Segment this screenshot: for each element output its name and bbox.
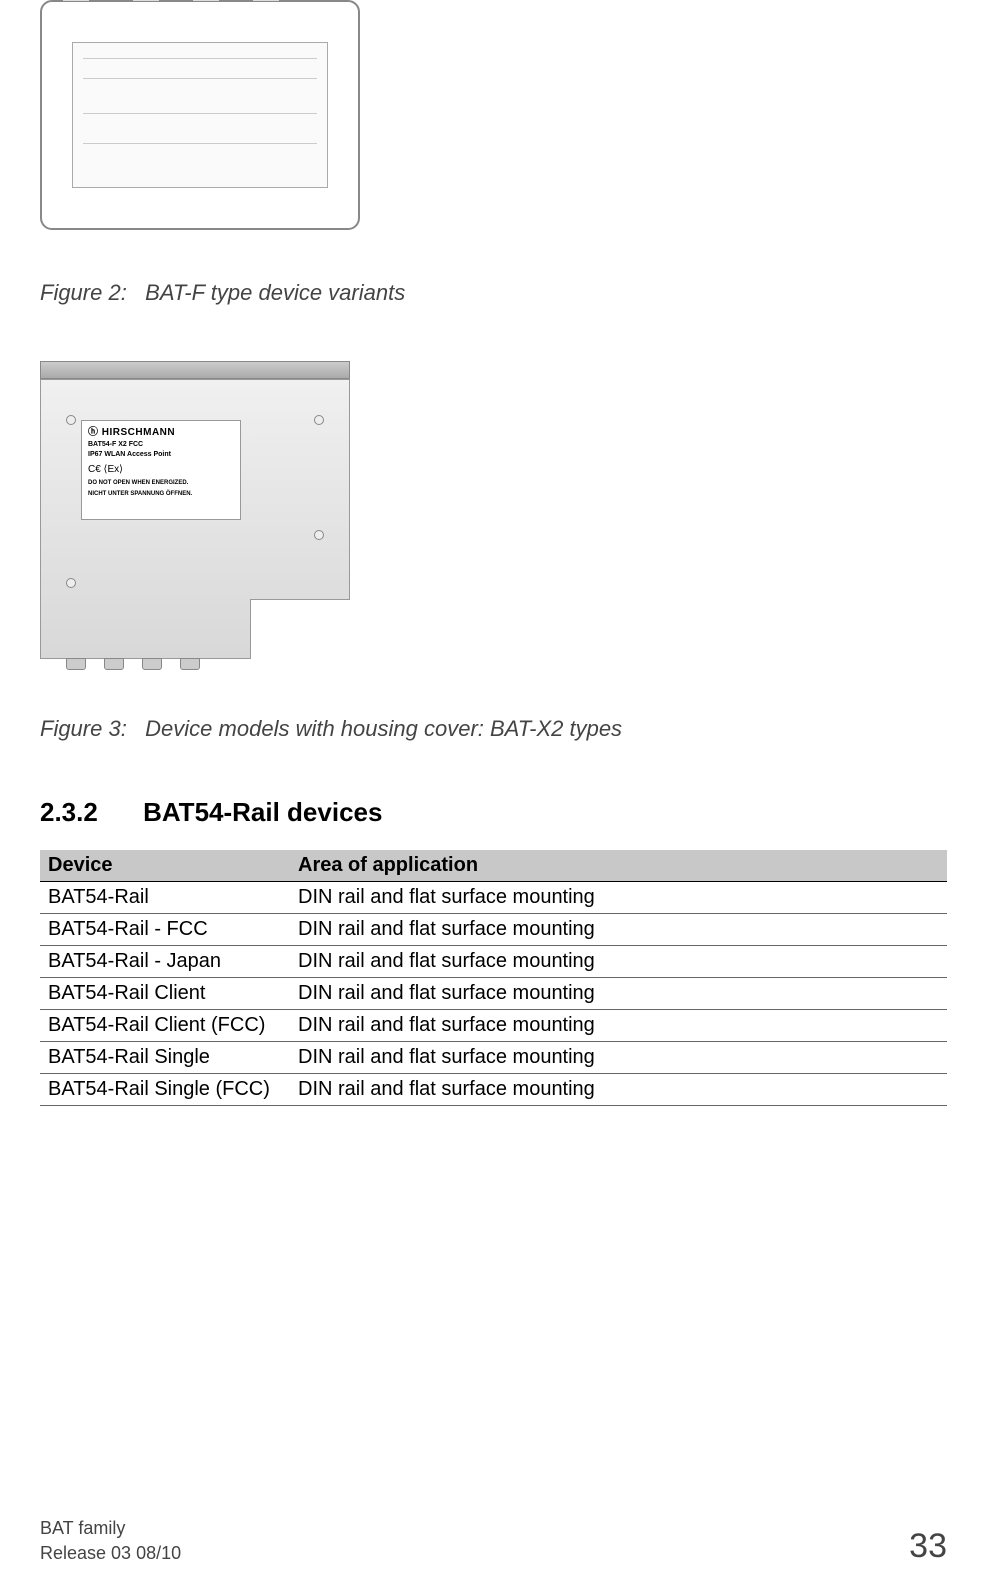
footer-line2: Release 03 08/10 [40, 1541, 181, 1566]
page-footer: BAT family Release 03 08/10 33 [40, 1516, 947, 1566]
cell-device: BAT54-Rail Client (FCC) [40, 1010, 290, 1042]
section-title: BAT54-Rail devices [143, 797, 382, 827]
section-heading: 2.3.2 BAT54-Rail devices [40, 797, 947, 828]
cell-device: BAT54-Rail Single (FCC) [40, 1074, 290, 1106]
table-header-area: Area of application [290, 850, 947, 882]
figure-2-caption: Figure 2: BAT-F type device variants [40, 280, 947, 306]
figure-2-prefix: Figure 2: [40, 280, 127, 305]
figure-3-caption: Figure 3: Device models with housing cov… [40, 716, 947, 742]
figure-2-image [40, 0, 947, 260]
footer-left: BAT family Release 03 08/10 [40, 1516, 181, 1566]
cell-device: BAT54-Rail - Japan [40, 946, 290, 978]
figure-2-text: BAT-F type device variants [145, 280, 405, 305]
table-row: BAT54-Rail DIN rail and flat surface mou… [40, 882, 947, 914]
label-warning-2: NICHT UNTER SPANNUNG ÖFFNEN. [88, 491, 234, 498]
table-row: BAT54-Rail Single (FCC) DIN rail and fla… [40, 1074, 947, 1106]
cell-area: DIN rail and flat surface mounting [290, 946, 947, 978]
cell-area: DIN rail and flat surface mounting [290, 978, 947, 1010]
device-illustration-bat-x2: ⓗ HIRSCHMANN BAT54-F X2 FCC IP67 WLAN Ac… [40, 361, 370, 691]
page-number: 33 [909, 1527, 947, 1566]
cell-device: BAT54-Rail [40, 882, 290, 914]
cell-area: DIN rail and flat surface mounting [290, 1010, 947, 1042]
label-brand: HIRSCHMANN [102, 427, 175, 438]
figure-3-prefix: Figure 3: [40, 716, 127, 741]
table-row: BAT54-Rail - FCC DIN rail and flat surfa… [40, 914, 947, 946]
table-row: BAT54-Rail Client (FCC) DIN rail and fla… [40, 1010, 947, 1042]
label-model-2: IP67 WLAN Access Point [88, 451, 234, 459]
footer-line1: BAT family [40, 1516, 181, 1541]
cell-device: BAT54-Rail - FCC [40, 914, 290, 946]
section-number: 2.3.2 [40, 797, 98, 828]
device-illustration-bat-f [40, 0, 370, 260]
figure-3-image: ⓗ HIRSCHMANN BAT54-F X2 FCC IP67 WLAN Ac… [40, 361, 947, 691]
figure-3-text: Device models with housing cover: BAT-X2… [145, 716, 622, 741]
cell-device: BAT54-Rail Client [40, 978, 290, 1010]
table-row: BAT54-Rail Client DIN rail and flat surf… [40, 978, 947, 1010]
cell-area: DIN rail and flat surface mounting [290, 882, 947, 914]
label-model-1: BAT54-F X2 FCC [88, 441, 234, 449]
device-table: Device Area of application BAT54-Rail DI… [40, 850, 947, 1106]
cell-area: DIN rail and flat surface mounting [290, 914, 947, 946]
label-warning-1: DO NOT OPEN WHEN ENERGIZED. [88, 480, 234, 487]
cell-area: DIN rail and flat surface mounting [290, 1042, 947, 1074]
device-label-panel: ⓗ HIRSCHMANN BAT54-F X2 FCC IP67 WLAN Ac… [81, 420, 241, 520]
cell-device: BAT54-Rail Single [40, 1042, 290, 1074]
table-row: BAT54-Rail - Japan DIN rail and flat sur… [40, 946, 947, 978]
cell-area: DIN rail and flat surface mounting [290, 1074, 947, 1106]
table-header-row: Device Area of application [40, 850, 947, 882]
table-header-device: Device [40, 850, 290, 882]
table-row: BAT54-Rail Single DIN rail and flat surf… [40, 1042, 947, 1074]
ce-ex-icons: C€ ⟨Ex⟩ [88, 464, 234, 476]
